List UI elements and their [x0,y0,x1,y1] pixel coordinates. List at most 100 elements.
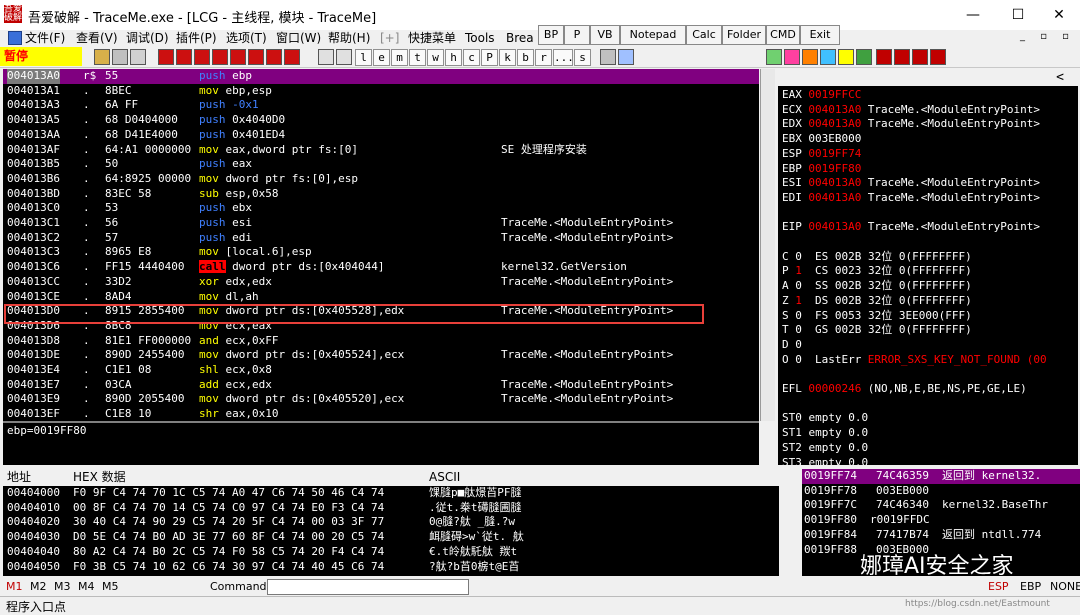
none-button[interactable]: NONE [1050,580,1080,593]
menu-options[interactable]: 选项(T) [226,30,267,46]
toolbar-l-button[interactable]: l [355,49,372,66]
disasm-row[interactable]: 004013AA. 68 D41E4000 push 0x401ED4 [3,128,759,143]
toolbar-k-button[interactable]: k [499,49,516,66]
menu-plus[interactable]: [+] [380,30,399,46]
cmd-button[interactable]: CMD [766,25,800,45]
notepad-button[interactable]: Notepad [620,25,686,45]
dump-pane[interactable]: 00404000 F0 9F C4 74 70 1C C5 74 A0 47 C6… [3,486,779,576]
menu-shortcut[interactable]: 快捷菜单 [408,30,456,46]
mdi-close-icon[interactable]: ▫ [1062,31,1069,42]
collapse-icon[interactable]: < [1056,69,1064,86]
registers-pane[interactable]: 寄存器 (FPU) < EAX 0019FFCC ECX 004013A0 Tra… [778,69,1078,465]
toolbar-b-button[interactable]: b [517,49,534,66]
trace-over-icon[interactable] [266,49,282,65]
plugin-red4-icon[interactable] [930,49,946,65]
disassembly-pane[interactable]: 004013A0 r$ 55 push ebp 004013A1. 8BEC mov ebp… [3,69,759,421]
tab-m3[interactable]: M3 [54,580,71,593]
plugin-red3-icon[interactable] [912,49,928,65]
esp-button[interactable]: ESP [988,580,1009,593]
disasm-row[interactable]: 004013B5. 50 push eax [3,157,759,172]
dump-row[interactable]: 00404030 D0 5E C4 74 B0 AD 3E 77 60 8F C4… [3,530,779,545]
dump-row[interactable]: 00404020 30 40 C4 74 90 29 C5 74 20 5F C4… [3,515,779,530]
menu-window[interactable]: 窗口(W) [276,30,321,46]
command-input[interactable] [267,579,469,595]
toolbar-r-button[interactable]: r [535,49,552,66]
stack-row[interactable]: 0019FF84 77417B74 返回到 ntdll.774 [802,528,1080,543]
disasm-row[interactable]: 004013C2. 57 push edi TraceMe.<ModuleEntryP… [3,231,759,246]
step-into-icon[interactable] [212,49,228,65]
disasm-row[interactable]: 004013D6. 8BC8 mov ecx,eax [3,319,759,334]
disasm-row[interactable]: 004013B6. 64:8925 00000 mov dword ptr fs:[… [3,172,759,187]
disasm-row[interactable]: 004013E9. 890D 2055400 mov dword ptr ds:[0… [3,392,759,407]
plugin-green-icon[interactable] [766,49,782,65]
plugin-dark-green-icon[interactable] [856,49,872,65]
folder-button[interactable]: Folder [722,25,766,45]
minimize-button[interactable]: — [950,0,996,30]
disasm-row[interactable]: 004013D8. 81E1 FF000000 and ecx,0xFF [3,334,759,349]
toolbar-p-button[interactable]: P [481,49,498,66]
ebp-button[interactable]: EBP [1020,580,1041,593]
tab-m1[interactable]: M1 [6,580,23,593]
mdi-restore-icon[interactable]: ▫ [1040,31,1047,42]
disasm-row[interactable]: 004013C1. 56 push esi TraceMe.<ModuleEntryP… [3,216,759,231]
disasm-row[interactable]: 004013C6. FF15 4440400 call dword ptr ds:[… [3,260,759,275]
dump-row[interactable]: 00404050 F0 3B C5 74 10 62 C6 74 30 97 C4… [3,560,779,575]
disasm-row[interactable]: 004013E7. 03CA add ecx,edx TraceMe.<ModuleE… [3,378,759,393]
tab-m4[interactable]: M4 [78,580,95,593]
toolbar-m-button[interactable]: m [391,49,408,66]
exit-button[interactable]: Exit [800,25,840,45]
plugin-yellow-icon[interactable] [838,49,854,65]
options-icon[interactable] [600,49,616,65]
toolbar-h-button[interactable]: h [445,49,462,66]
step-over-icon[interactable] [230,49,246,65]
disasm-row[interactable]: 004013C3. 8965 E8 mov [local.6],esp [3,245,759,260]
close-file-icon[interactable] [130,49,146,65]
vb-button[interactable]: VB [590,25,620,45]
help-icon[interactable] [618,49,634,65]
close-button[interactable]: ✕ [1036,0,1080,30]
calc-button[interactable]: Calc [686,25,722,45]
plugin-orange-icon[interactable] [802,49,818,65]
menu-debug[interactable]: 调试(D) [126,30,169,46]
menu-help[interactable]: 帮助(H) [328,30,370,46]
toolbar-c-button[interactable]: c [463,49,480,66]
toolbar-t-button[interactable]: t [409,49,426,66]
maximize-button[interactable]: ☐ [995,0,1041,30]
disasm-row[interactable]: 004013A5. 68 D0404000 push 0x4040D0 [3,113,759,128]
disasm-row[interactable]: 004013EF. C1E8 10 shr eax,0x10 [3,407,759,421]
disasm-row[interactable]: 004013D0. 8915 2855400 mov dword ptr ds:[0… [3,304,759,319]
disasm-row[interactable]: 004013C0. 53 push ebx [3,201,759,216]
dump-row[interactable]: 00404000 F0 9F C4 74 70 1C C5 74 A0 47 C6… [3,486,779,501]
toolbar-w-button[interactable]: w [427,49,444,66]
open-icon[interactable] [94,49,110,65]
disasm-row[interactable]: 004013AF. 64:A1 0000000 mov eax,dword ptr … [3,143,759,158]
plugin-pink-icon[interactable] [784,49,800,65]
goto-icon[interactable] [318,49,334,65]
menu-file[interactable]: 文件(F) [8,30,65,46]
execute-till-return-icon[interactable] [284,49,300,65]
disasm-row[interactable]: 004013CC. 33D2 xor edx,edx TraceMe.<ModuleE… [3,275,759,290]
tab-m5[interactable]: M5 [102,580,119,593]
stop-icon[interactable] [194,49,210,65]
stack-row[interactable]: 0019FF74 74C46359 返回到 kernel32. [802,469,1080,484]
disasm-row[interactable]: 004013A0 r$ 55 push ebp [3,69,759,84]
menu-view[interactable]: 查看(V) [76,30,118,46]
p-button[interactable]: P [564,25,590,45]
disasm-row[interactable]: 004013DE. 890D 2455400 mov dword ptr ds:[0… [3,348,759,363]
disasm-row[interactable]: 004013BD. 83EC 58 sub esp,0x58 [3,187,759,202]
menu-tools[interactable]: Tools [465,30,495,46]
dump-row[interactable]: 00404040 80 A2 C4 74 B0 2C C5 74 F0 58 C5… [3,545,779,560]
disasm-row[interactable]: 004013CE. 8AD4 mov dl,ah [3,290,759,305]
toolbar-e-button[interactable]: e [373,49,390,66]
disassembly-scrollbar[interactable] [760,69,775,421]
bp-button[interactable]: BP [538,25,564,45]
pause-icon[interactable] [176,49,192,65]
expression-icon[interactable] [336,49,352,65]
mdi-minimize-icon[interactable]: _ [1020,31,1025,42]
restart-icon[interactable] [112,49,128,65]
plugin-red2-icon[interactable] [894,49,910,65]
plugin-blue-icon[interactable] [820,49,836,65]
stack-row[interactable]: 0019FF80 r0019FFDC [802,513,1080,528]
plugin-red-icon[interactable] [876,49,892,65]
disasm-row[interactable]: 004013A1. 8BEC mov ebp,esp [3,84,759,99]
